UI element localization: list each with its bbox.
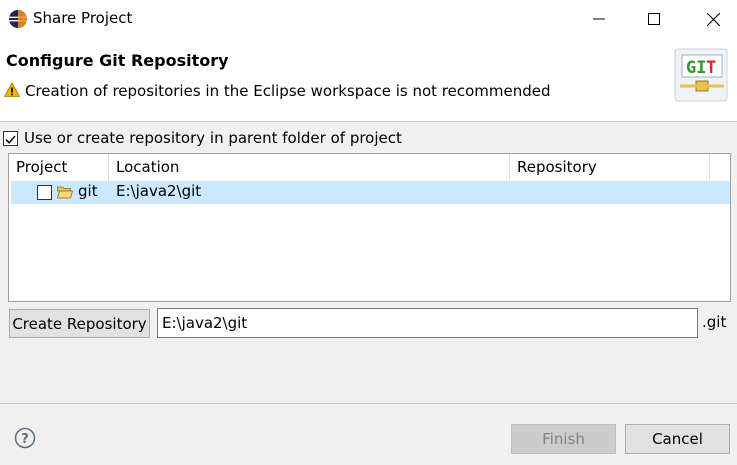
minimize-button[interactable] xyxy=(576,4,622,34)
open-folder-icon xyxy=(57,186,73,199)
maximize-icon xyxy=(648,13,660,25)
close-window-button[interactable] xyxy=(690,4,736,34)
project-table: Project Location Repository git E:\java2… xyxy=(8,153,731,302)
create-repository-button[interactable]: Create Repository xyxy=(9,309,150,338)
finish-button[interactable]: Finish xyxy=(511,424,616,454)
wizard-header: Configure Git Repository Creation of rep… xyxy=(0,38,737,122)
page-title: Configure Git Repository xyxy=(6,51,229,70)
git-banner-icon: GI T xyxy=(674,48,728,102)
warning-icon xyxy=(4,82,20,97)
column-header-location[interactable]: Location xyxy=(109,154,510,181)
svg-text:GI: GI xyxy=(686,58,706,78)
row-checkbox[interactable] xyxy=(37,185,52,200)
maximize-button[interactable] xyxy=(631,4,677,34)
checkmark-icon xyxy=(5,135,16,144)
minimize-icon xyxy=(593,18,605,20)
close-icon xyxy=(706,12,720,26)
parent-repo-label[interactable]: Use or create repository in parent folde… xyxy=(24,129,402,147)
svg-text:T: T xyxy=(706,58,716,78)
column-header-repository[interactable]: Repository xyxy=(510,154,710,181)
column-header-project[interactable]: Project xyxy=(9,154,109,181)
cancel-button[interactable]: Cancel xyxy=(625,424,730,454)
window-title: Share Project xyxy=(33,9,133,27)
row-project-name: git xyxy=(78,182,98,200)
footer-divider xyxy=(0,403,737,404)
help-icon[interactable]: ? xyxy=(14,427,36,449)
title-bar: Share Project xyxy=(0,0,737,38)
table-row[interactable]: git E:\java2\git xyxy=(11,181,730,204)
row-location: E:\java2\git xyxy=(116,182,202,200)
warning-message: Creation of repositories in the Eclipse … xyxy=(25,82,551,100)
eclipse-icon xyxy=(9,10,27,28)
repository-path-input[interactable] xyxy=(157,308,698,338)
svg-text:?: ? xyxy=(21,432,29,447)
parent-repo-checkbox[interactable] xyxy=(3,131,18,146)
git-suffix-label: .git xyxy=(702,313,727,331)
